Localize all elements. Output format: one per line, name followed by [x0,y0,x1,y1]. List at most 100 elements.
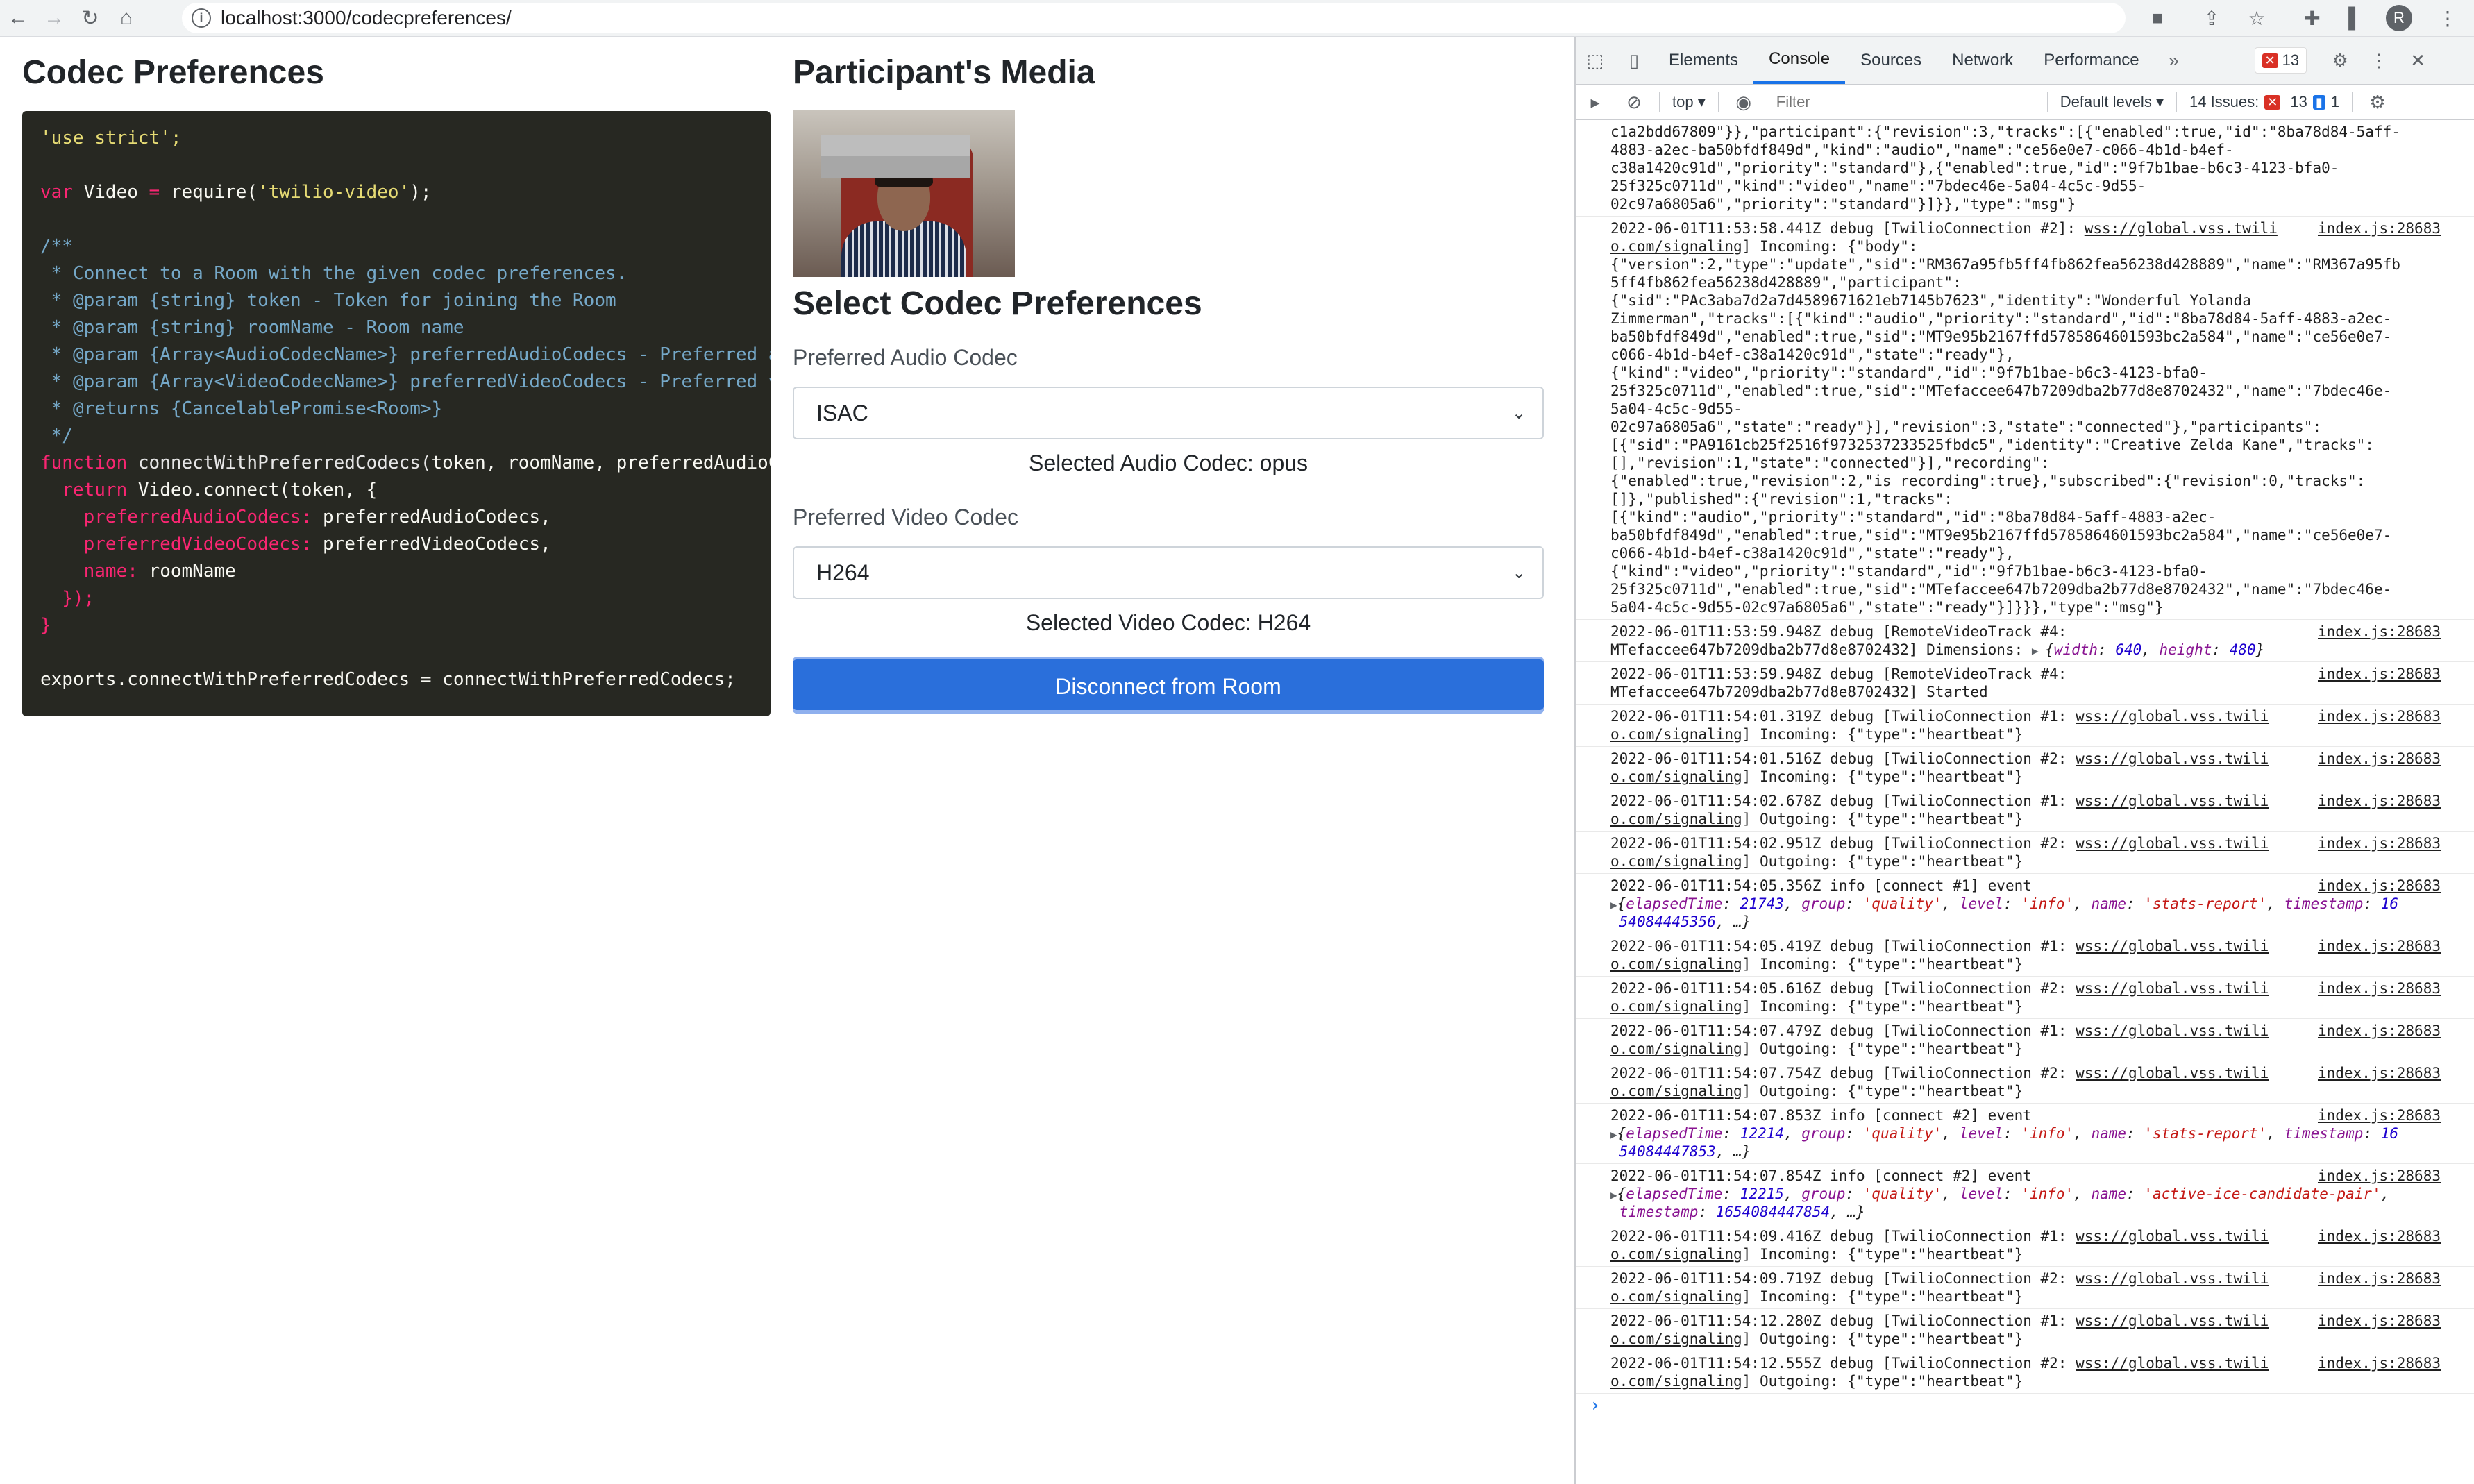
console-link[interactable]: o.com/signaling [1610,853,1742,870]
console-line: ▶{elapsedTime: 21743, group: 'quality', … [1610,895,2439,913]
console-text: } [2255,641,2265,658]
source-link[interactable]: index.js:28683 [2313,1270,2441,1288]
console-link[interactable]: wss://global.vss.twili [2085,220,2278,237]
console-link[interactable]: wss://global.vss.twili [2076,1355,2269,1372]
console-link[interactable]: wss://global.vss.twili [2076,708,2269,725]
eye-icon[interactable]: ◉ [1724,85,1763,119]
tab-console[interactable]: Console [1753,37,1846,84]
console-text: 2022-06-01T11:54:05.419Z debug [TwilioCo… [1610,938,2076,954]
context-select[interactable]: top ▾ [1665,93,1713,111]
console-text: : [2126,895,2144,912]
share-icon[interactable]: ⇪ [2194,0,2230,36]
address-bar[interactable]: i localhost:3000/codecpreferences/ [182,3,2126,33]
console-link[interactable]: o.com/signaling [1610,726,1742,743]
source-link[interactable]: index.js:28683 [2313,1312,2441,1330]
console-link[interactable]: o.com/signaling [1610,238,1742,255]
console-text: : [1722,1186,1740,1202]
forward-arrow-icon[interactable]: → [36,0,72,36]
console-line: c1a2bdd67809"}},"participant":{"revision… [1610,123,2439,141]
console-link[interactable]: wss://global.vss.twili [2076,1065,2269,1081]
source-link[interactable]: index.js:28683 [2313,219,2441,237]
console-text: 640 [2115,641,2142,658]
code-line: preferredAudioCodecs: preferredAudioCode… [40,504,752,531]
console-link[interactable]: wss://global.vss.twili [2076,835,2269,852]
issues-button[interactable]: 14 Issues: ✕ 13 ▮ 1 [2182,93,2346,111]
bookmark-star-icon[interactable]: ☆ [2239,0,2275,36]
console-link[interactable]: wss://global.vss.twili [2076,750,2269,767]
audio-codec-select[interactable]: ISAC ⌄ [793,387,1544,439]
source-link[interactable]: index.js:28683 [2313,665,2441,683]
console-link[interactable]: o.com/signaling [1610,1246,1742,1263]
code-line: 'use strict'; [40,125,752,152]
console-link[interactable]: o.com/signaling [1610,1331,1742,1347]
console-link[interactable]: o.com/signaling [1610,1083,1742,1099]
devtools-tabbar: ⬚ ▯ Elements Console Sources Network Per… [1576,37,2474,85]
side-panel-icon[interactable]: ▌ [2337,0,2373,36]
code-token: * @param {Array<AudioCodecName>} preferr… [51,344,771,365]
console-text: ] Outgoing: {"type":"heartbeat"} [1742,1373,2023,1390]
tab-sources[interactable]: Sources [1845,37,1937,84]
console-link[interactable]: wss://global.vss.twili [2076,1022,2269,1039]
tab-performance[interactable]: Performance [2028,37,2154,84]
console-settings-icon[interactable]: ⚙ [2358,85,2397,119]
console-link[interactable]: wss://global.vss.twili [2076,980,2269,997]
console-link[interactable]: wss://global.vss.twili [2076,1228,2269,1245]
console-link[interactable]: wss://global.vss.twili [2076,1313,2269,1329]
source-link[interactable]: index.js:28683 [2313,834,2441,852]
console-message: 2022-06-01T11:54:01.516Z debug [TwilioCo… [1576,747,2474,789]
source-link[interactable]: index.js:28683 [2313,1064,2441,1082]
home-icon[interactable]: ⌂ [108,0,144,36]
filter-input[interactable] [1774,92,2042,112]
source-link[interactable]: index.js:28683 [2313,623,2441,641]
back-arrow-icon[interactable]: ← [0,0,36,36]
console-link[interactable]: o.com/signaling [1610,1373,1742,1390]
source-link[interactable]: index.js:28683 [2313,937,2441,955]
console-link[interactable]: o.com/signaling [1610,1040,1742,1057]
profile-avatar[interactable]: R [2386,5,2412,31]
camera-icon[interactable]: ■ [2139,0,2176,36]
video-codec-select[interactable]: H264 ⌄ [793,546,1544,599]
tab-elements[interactable]: Elements [1653,37,1753,84]
source-link[interactable]: index.js:28683 [2313,750,2441,768]
settings-gear-icon[interactable]: ⚙ [2321,37,2359,84]
more-tabs-icon[interactable]: » [2155,37,2194,84]
console-text: 2022-06-01T11:54:05.356Z info [connect #… [1610,877,2032,894]
console-text: 2022-06-01T11:54:07.479Z debug [TwilioCo… [1610,1022,2076,1039]
console-link[interactable]: wss://global.vss.twili [2076,1270,2269,1287]
console-link[interactable]: o.com/signaling [1610,768,1742,785]
extensions-icon[interactable]: ✚ [2294,0,2330,36]
console-link[interactable]: o.com/signaling [1610,811,1742,827]
console-link[interactable]: wss://global.vss.twili [2076,793,2269,809]
devtools-menu-icon[interactable]: ⋮ [2359,37,2398,84]
console-text: : [1698,1204,1716,1220]
console-prompt-icon[interactable]: › [1590,1397,2474,1415]
source-link[interactable]: index.js:28683 [2313,1227,2441,1245]
source-link[interactable]: index.js:28683 [2313,1106,2441,1124]
inspect-element-icon[interactable]: ⬚ [1576,37,1615,84]
source-link[interactable]: index.js:28683 [2313,877,2441,895]
source-link[interactable]: index.js:28683 [2313,792,2441,810]
log-levels-select[interactable]: Default levels ▾ [2053,93,2171,111]
sidebar-toggle-icon[interactable]: ▸ [1576,85,1615,119]
source-link[interactable]: index.js:28683 [2313,1167,2441,1185]
info-icon[interactable]: i [192,8,211,28]
console-line: c38a1420c91d","priority":"standard"},{"e… [1610,159,2439,177]
source-link[interactable]: index.js:28683 [2313,1354,2441,1372]
disconnect-button[interactable]: Disconnect from Room [793,659,1544,714]
source-link[interactable]: index.js:28683 [2313,1022,2441,1040]
more-menu-icon[interactable]: ⋮ [2430,0,2466,36]
console-link[interactable]: o.com/signaling [1610,956,1742,972]
code-line: } [40,612,752,639]
close-icon[interactable]: ✕ [2398,37,2437,84]
console-message: 2022-06-01T11:54:12.555Z debug [TwilioCo… [1576,1351,2474,1394]
device-toolbar-icon[interactable]: ▯ [1615,37,1653,84]
console-link[interactable]: o.com/signaling [1610,998,1742,1015]
source-link[interactable]: index.js:28683 [2313,979,2441,997]
tab-network[interactable]: Network [1937,37,2028,84]
source-link[interactable]: index.js:28683 [2313,707,2441,725]
error-count-badge[interactable]: ✕ 13 [2254,47,2307,74]
console-link[interactable]: o.com/signaling [1610,1288,1742,1305]
reload-icon[interactable]: ↻ [72,0,108,36]
console-link[interactable]: wss://global.vss.twili [2076,938,2269,954]
clear-console-icon[interactable]: ⊘ [1615,85,1653,119]
